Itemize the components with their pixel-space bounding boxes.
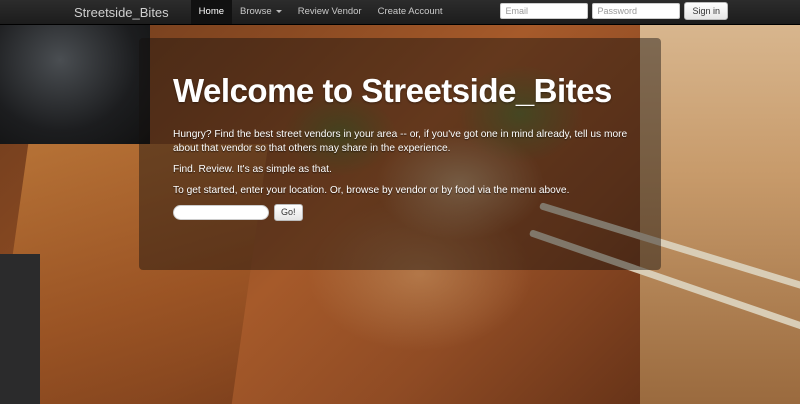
nav-browse[interactable]: Browse <box>232 0 290 24</box>
tagline-paragraph: Find. Review. It's as simple as that. <box>173 163 332 175</box>
intro-paragraph: Hungry? Find the best street vendors in … <box>173 128 628 154</box>
nav-review-vendor[interactable]: Review Vendor <box>290 0 370 24</box>
background-photo-pavement <box>0 254 40 404</box>
go-button[interactable]: Go! <box>274 203 303 221</box>
nav-create-account[interactable]: Create Account <box>370 0 451 24</box>
instructions-paragraph: To get started, enter your location. Or,… <box>173 184 570 196</box>
nav-home[interactable]: Home <box>190 0 233 24</box>
signin-button[interactable]: Sign in <box>684 2 728 20</box>
nav-browse-label: Browse <box>240 6 272 17</box>
chevron-down-icon <box>275 9 282 13</box>
password-field[interactable] <box>592 3 681 19</box>
location-input[interactable] <box>173 204 269 220</box>
background-photo-bottle <box>0 24 150 144</box>
top-navbar: Streetside_Bites Home Browse Review Vend… <box>0 0 800 25</box>
page-title: Welcome to Streetside_Bites <box>173 72 612 109</box>
location-form: Go! <box>173 203 661 221</box>
background-photo-box-side <box>640 24 800 404</box>
brand-link[interactable]: Streetside_Bites <box>74 5 169 20</box>
signin-form: Sign in <box>500 2 728 20</box>
email-field[interactable] <box>500 3 589 19</box>
hero-panel: Welcome to Streetside_Bites Hungry? Find… <box>139 38 661 270</box>
